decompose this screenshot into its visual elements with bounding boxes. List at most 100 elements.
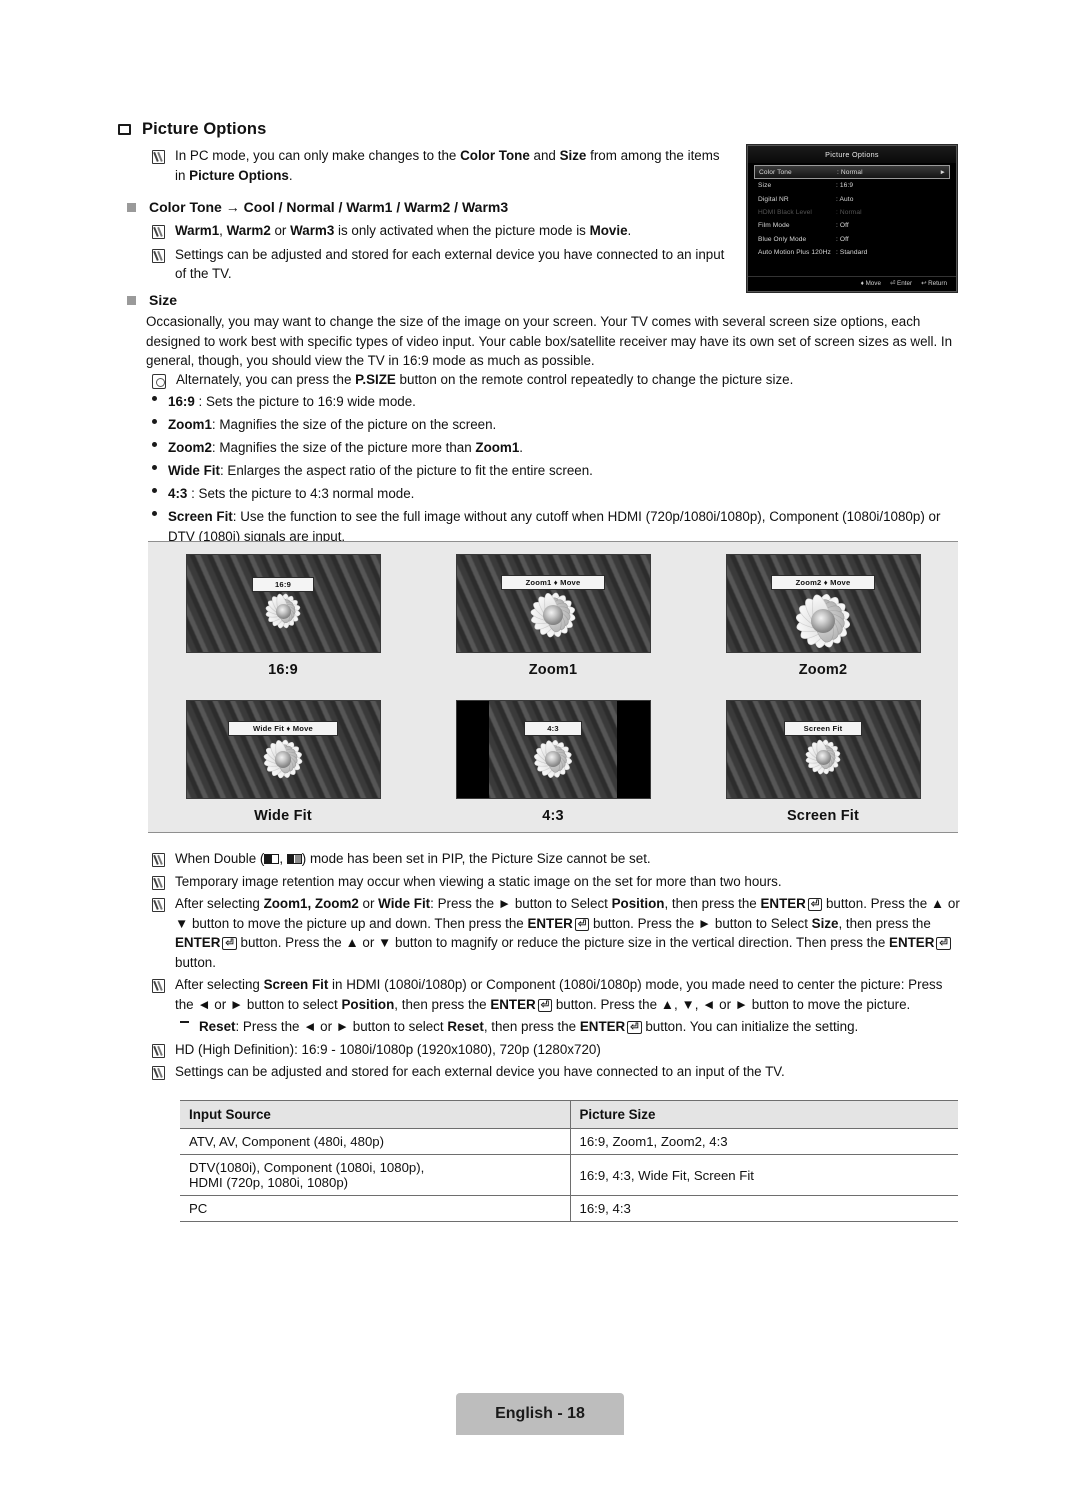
list-item-text: Zoom1: Magnifies the size of the picture… <box>168 415 496 435</box>
cell-line-1: DTV(1080i), Component (1080i, 1080p), <box>189 1160 425 1175</box>
remote-button-icon <box>152 374 166 389</box>
dot-bullet-icon <box>152 419 157 424</box>
osd-item-label: Blue Only Mode <box>758 235 807 243</box>
note-icon <box>152 898 165 912</box>
page-footer: English - 18 <box>456 1393 624 1435</box>
note-icon <box>152 853 165 867</box>
note-text: Reset: Press the ◄ or ► button to select… <box>199 1019 859 1034</box>
cell-picture-size: 16:9, 4:3 <box>570 1195 958 1222</box>
table-row: ATV, AV, Component (480i, 480p) 16:9, Zo… <box>180 1128 958 1155</box>
osd-item-blue-only-mode[interactable]: Blue Only Mode : Off <box>754 233 950 246</box>
osd-footer-hints: ♦ Move ⏎ Enter ↩ Return <box>748 275 956 292</box>
enter-key-icon: ⏎ <box>574 917 590 931</box>
enter-key-icon: ⏎ <box>627 1021 642 1034</box>
flower-photo <box>186 555 380 652</box>
tv-screenshot-16-9: 16:9 <box>185 554 381 653</box>
flower-core <box>810 608 836 634</box>
bullet-term: Zoom1 <box>168 417 212 432</box>
pip-double-wide-icon <box>264 854 280 864</box>
osd-item-list: Color Tone : Normal ► Size : 16:9 Digita… <box>748 163 956 259</box>
bullet-term: Wide Fit <box>168 463 220 478</box>
table-header-row: Input Source Picture Size <box>180 1100 958 1129</box>
osd-item-value: : 16:9 <box>836 182 854 190</box>
column-header-picture-size: Picture Size <box>570 1100 958 1129</box>
tv-screenshot-wide-fit: Wide Fit ♦ Move <box>185 700 381 799</box>
bullet-term: Screen Fit <box>168 509 233 524</box>
osd-chip: Wide Fit ♦ Move <box>228 721 338 736</box>
gallery-caption: Wide Fit <box>254 808 312 824</box>
picture-size-gallery: 16:9 16:9 Zoom1 ♦ Move Zoom1 Zoom2 ♦ Mov… <box>148 541 958 833</box>
cell-input-source: DTV(1080i), Component (1080i, 1080p), HDM… <box>180 1154 571 1196</box>
note-icon <box>152 1066 165 1080</box>
dot-bullet-icon <box>152 488 157 493</box>
enter-key-icon: ⏎ <box>807 898 823 911</box>
osd-hint-move: ♦ Move <box>860 280 881 287</box>
gallery-cell-zoom1: Zoom1 ♦ Move Zoom1 <box>418 542 688 688</box>
note-item: Temporary image retention may occur when… <box>152 872 964 892</box>
size-bullet-list: 16:9 : Sets the picture to 16:9 wide mod… <box>152 392 962 550</box>
gallery-caption: Zoom2 <box>798 662 848 678</box>
gallery-cell-wide-fit: Wide Fit ♦ Move Wide Fit <box>148 688 418 834</box>
enter-key-icon: ⏎ <box>537 998 553 1012</box>
gallery-caption: 4:3 <box>542 808 564 824</box>
note-text: HD (High Definition): 16:9 - 1080i/1080p… <box>175 1041 601 1057</box>
note-text: Warm1, Warm2 or Warm3 is only activated … <box>175 223 632 238</box>
osd-item-film-mode[interactable]: Film Mode : Off <box>754 219 950 232</box>
note-text: Settings can be adjusted and stored for … <box>175 1064 785 1079</box>
flower-core <box>543 605 563 626</box>
bullet-desc: Enlarges the aspect ratio of the picture… <box>227 463 593 478</box>
note-text: After selecting Zoom1, Zoom2 or Wide Fit… <box>175 896 960 970</box>
bullet-term: 4:3 <box>168 486 188 501</box>
gallery-caption: Zoom1 <box>528 662 578 678</box>
gray-square-bullet-icon <box>127 296 136 305</box>
bullet-desc: Magnifies the size of the picture on the… <box>219 417 497 432</box>
list-item: 16:9 : Sets the picture to 16:9 wide mod… <box>152 392 962 412</box>
flower-photo <box>726 701 920 798</box>
osd-chip: 16:9 <box>252 577 314 592</box>
size-heading-text: Size <box>149 292 178 308</box>
osd-hint-enter: ⏎ Enter <box>889 280 913 287</box>
osd-item-value: : Auto <box>836 195 854 203</box>
flower-photo <box>726 555 920 652</box>
note-icon <box>152 248 165 263</box>
osd-item-value: : Normal <box>837 168 863 176</box>
bullet-sep: : <box>187 486 199 501</box>
dot-bullet-icon <box>152 396 157 401</box>
list-item-text: 4:3 : Sets the picture to 4:3 normal mod… <box>168 484 414 504</box>
osd-chip: Screen Fit <box>784 721 862 736</box>
osd-item-auto-motion-plus[interactable]: Auto Motion Plus 120Hz : Standard <box>754 246 950 259</box>
osd-item-color-tone[interactable]: Color Tone : Normal ► <box>754 165 950 179</box>
osd-item-size[interactable]: Size : 16:9 <box>754 179 950 192</box>
osd-item-hdmi-black-level: HDMI Black Level : Normal <box>754 206 950 219</box>
bottom-notes-list: When Double (, ) mode has been set in PI… <box>152 849 964 1085</box>
gallery-cell-zoom2: Zoom2 ♦ Move Zoom2 <box>688 542 958 688</box>
color-tone-notes: Warm1, Warm2 or Warm3 is only activated … <box>152 221 730 288</box>
osd-item-label: Film Mode <box>758 222 790 230</box>
note-text: When Double (, ) mode has been set in PI… <box>175 851 651 866</box>
list-item: Zoom1: Magnifies the size of the picture… <box>152 415 962 435</box>
manual-page: Picture Options In PC mode, you can only… <box>0 0 1080 1488</box>
note-item: Warm1, Warm2 or Warm3 is only activated … <box>152 221 730 241</box>
note-item: Settings can be adjusted and stored for … <box>152 245 730 284</box>
note-subitem-reset: Reset: Press the ◄ or ► button to select… <box>180 1017 964 1037</box>
note-item: When Double (, ) mode has been set in PI… <box>152 849 964 869</box>
tv-screenshot-zoom1: Zoom1 ♦ Move <box>455 554 651 653</box>
gallery-cell-4-3: 4:3 4:3 <box>418 688 688 834</box>
dot-bullet-icon <box>152 465 157 470</box>
color-tone-heading-text: Color Tone → Cool / Normal / Warm1 / War… <box>149 199 509 215</box>
note-item: Settings can be adjusted and stored for … <box>152 1062 964 1082</box>
pillarbox-right <box>616 701 650 798</box>
bullet-term: 16:9 <box>168 394 195 409</box>
list-item-text: Zoom2: Magnifies the size of the picture… <box>168 440 524 455</box>
cell-input-source: ATV, AV, Component (480i, 480p) <box>180 1128 571 1155</box>
note-item: After selecting Screen Fit in HDMI (1080… <box>152 975 964 1014</box>
cell-picture-size: 16:9, 4:3, Wide Fit, Screen Fit <box>570 1154 958 1196</box>
bullet-desc: Sets the picture to 4:3 normal mode. <box>198 486 415 501</box>
tv-screenshot-4-3: 4:3 <box>455 700 651 799</box>
osd-item-digital-nr[interactable]: Digital NR : Auto <box>754 192 950 205</box>
psize-note-text: Alternately, you can press the P.SIZE bu… <box>176 372 794 387</box>
note-icon <box>152 1043 165 1058</box>
dot-bullet-icon <box>152 442 157 447</box>
note-item: HD (High Definition): 16:9 - 1080i/1080p… <box>152 1040 964 1060</box>
table-row: DTV(1080i), Component (1080i, 1080p), HDM… <box>180 1154 958 1196</box>
